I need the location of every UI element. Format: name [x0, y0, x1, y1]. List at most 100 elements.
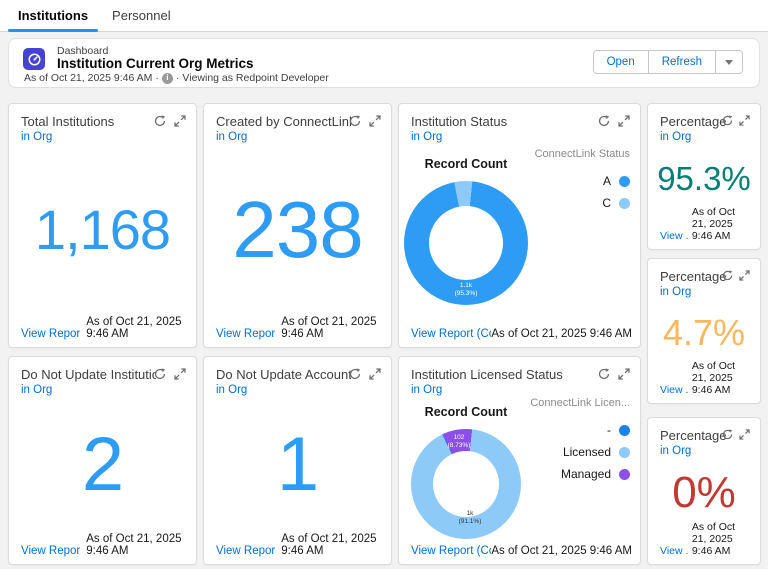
chart-legend: ConnectLink Licen... - Licensed Managed [530, 397, 630, 481]
expand-icon[interactable] [369, 115, 381, 127]
expand-icon[interactable] [739, 270, 750, 281]
card-title: Total Institutions [21, 114, 156, 129]
card-do-not-update-institutions: Do Not Update Institutions in Org 2 View… [8, 356, 197, 565]
view-report-link[interactable]: View Report (C... [21, 328, 80, 340]
card-as-of: As of Oct 21, 2025 9:46 AM [692, 360, 752, 396]
expand-icon[interactable] [369, 368, 381, 380]
separator: · [176, 72, 180, 84]
legend-item[interactable]: Licensed [563, 445, 630, 459]
view-report-link[interactable]: View ... [660, 230, 688, 242]
card-title: Percentage o... [660, 428, 726, 443]
view-report-link[interactable]: View Report (C... [216, 545, 275, 557]
metric-value: 1,168 [35, 202, 170, 258]
card-percentage-top: Percentage o... in Org 95.3% View ... As… [647, 103, 761, 250]
view-report-link[interactable]: View Report (C... [21, 545, 80, 557]
card-as-of: As of Oct 21, 2025 9:46 AM [692, 521, 752, 557]
metric-value: 4.7% [663, 315, 745, 351]
metric-value: 2 [82, 427, 123, 503]
refresh-icon[interactable] [598, 115, 610, 127]
card-total-institutions: Total Institutions in Org 1,168 View Rep… [8, 103, 197, 348]
card-percentage-mid: Percentage o... in Org 4.7% View ... As … [647, 258, 761, 404]
card-title: Percentage o... [660, 114, 726, 129]
legend-item[interactable]: C [602, 196, 630, 210]
refresh-icon[interactable] [722, 115, 733, 126]
in-org-link[interactable]: in Org [660, 445, 691, 457]
chart-legend: ConnectLink Status A C [535, 148, 630, 210]
card-as-of: As of Oct 21, 2025 9:46 AM [281, 316, 383, 340]
refresh-button[interactable]: Refresh [649, 50, 716, 74]
in-org-link[interactable]: in Org [21, 131, 52, 143]
chart-title: Record Count [399, 157, 533, 171]
legend-title: ConnectLink Licen... [530, 397, 630, 409]
refresh-icon[interactable] [598, 368, 610, 380]
expand-icon[interactable] [739, 429, 750, 440]
in-org-link[interactable]: in Org [216, 384, 247, 396]
view-report-link[interactable]: View ... [660, 384, 688, 396]
refresh-icon[interactable] [154, 368, 166, 380]
in-org-link[interactable]: in Org [660, 131, 691, 143]
page-title: Institution Current Org Metrics [57, 56, 254, 71]
dashboard-subtitle: As of Oct 21, 2025 9:46 AM · i · Viewing… [24, 72, 329, 84]
card-institution-licensed-status: Institution Licensed Status in Org Recor… [398, 356, 641, 565]
donut-segment-label: 102 (8.73%) [434, 434, 484, 450]
expand-icon[interactable] [618, 368, 630, 380]
donut-segment-label: 1k (91.1%) [445, 510, 495, 526]
tab-bar: Institutions Personnel [0, 0, 768, 32]
card-title: Institution Status [411, 114, 600, 129]
legend-dot [619, 447, 630, 458]
expand-icon[interactable] [174, 115, 186, 127]
card-created-by-connectlink: Created by ConnectLink I... in Org 238 V… [203, 103, 392, 348]
legend-dot [619, 176, 630, 187]
refresh-icon[interactable] [349, 115, 361, 127]
card-as-of: As of Oct 21, 2025 9:46 AM [86, 533, 188, 557]
dashboard-icon [23, 48, 45, 70]
metric-value: 1 [277, 427, 318, 503]
more-actions-button[interactable] [716, 50, 743, 74]
dashboard-header: Dashboard Institution Current Org Metric… [8, 38, 760, 88]
card-as-of: As of Oct 21, 2025 9:46 AM [491, 545, 632, 557]
legend-label: - [607, 423, 611, 437]
legend-title: ConnectLink Status [535, 148, 630, 160]
chevron-down-icon [725, 60, 733, 65]
in-org-link[interactable]: in Org [411, 131, 442, 143]
metric-value: 0% [672, 471, 736, 515]
metric-value: 95.3% [657, 162, 751, 195]
expand-icon[interactable] [174, 368, 186, 380]
viewing-as-text: Viewing as Redpoint Developer [182, 72, 328, 84]
tab-institutions[interactable]: Institutions [6, 0, 100, 31]
open-button[interactable]: Open [593, 50, 649, 74]
in-org-link[interactable]: in Org [21, 384, 52, 396]
expand-icon[interactable] [618, 115, 630, 127]
donut-segment-label: 1.1k (95.3%) [436, 282, 496, 298]
refresh-icon[interactable] [722, 270, 733, 281]
refresh-icon[interactable] [349, 368, 361, 380]
in-org-link[interactable]: in Org [660, 286, 691, 298]
header-actions: Open Refresh [593, 50, 743, 74]
legend-dot [619, 198, 630, 209]
metric-value: 238 [232, 190, 362, 270]
card-title: Percentage o... [660, 269, 726, 284]
view-report-link[interactable]: View Report (ConnectLink ... [411, 328, 491, 340]
separator: · [155, 72, 159, 84]
tab-personnel[interactable]: Personnel [100, 0, 183, 31]
view-report-link[interactable]: View Report (C... [216, 328, 275, 340]
legend-item[interactable]: - [607, 423, 630, 437]
legend-label: A [603, 174, 611, 188]
card-institution-status: Institution Status in Org Record Count 1… [398, 103, 641, 348]
legend-item[interactable]: A [603, 174, 630, 188]
view-report-link[interactable]: View Report (ConnectLink ... [411, 545, 491, 557]
info-icon[interactable]: i [162, 73, 173, 84]
as-of-text: As of Oct 21, 2025 9:46 AM [24, 72, 152, 84]
legend-item[interactable]: Managed [561, 467, 630, 481]
in-org-link[interactable]: in Org [216, 131, 247, 143]
expand-icon[interactable] [739, 115, 750, 126]
view-report-link[interactable]: View ... [660, 545, 688, 557]
in-org-link[interactable]: in Org [411, 384, 442, 396]
refresh-icon[interactable] [722, 429, 733, 440]
legend-dot [619, 469, 630, 480]
card-do-not-update-account-history: Do Not Update Account Hi... in Org 1 Vie… [203, 356, 392, 565]
refresh-icon[interactable] [154, 115, 166, 127]
legend-label: Managed [561, 467, 611, 481]
card-title: Do Not Update Account Hi... [216, 367, 351, 382]
card-percentage-bottom: Percentage o... in Org 0% View ... As of… [647, 417, 761, 565]
